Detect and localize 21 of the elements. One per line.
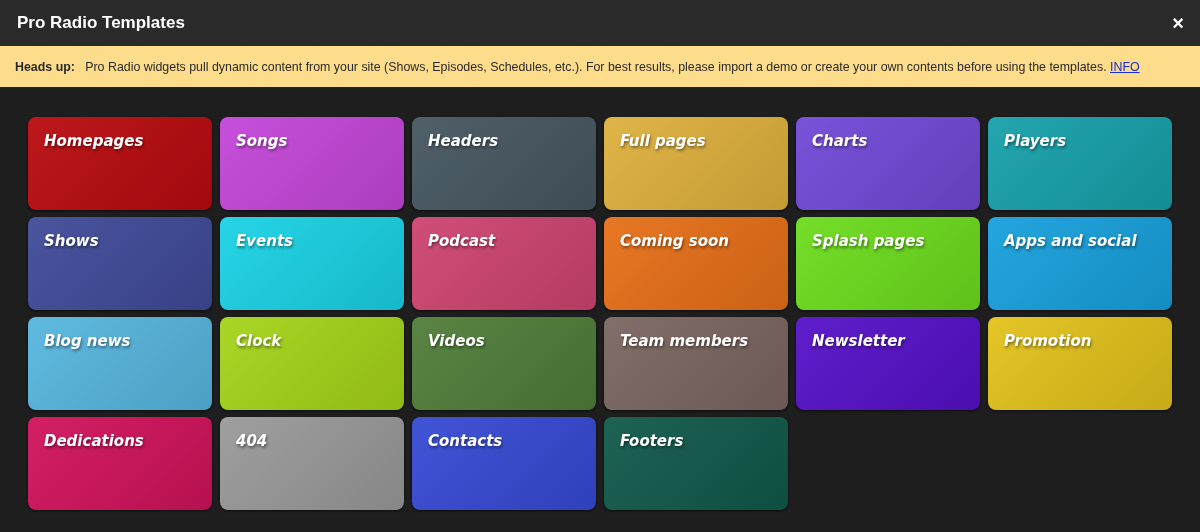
category-tile[interactable]: Songs — [220, 117, 404, 210]
category-tile[interactable]: Headers — [412, 117, 596, 210]
category-tile[interactable]: Newsletter — [796, 317, 980, 410]
info-link[interactable]: INFO — [1110, 59, 1140, 74]
category-tile[interactable]: Homepages — [28, 117, 212, 210]
category-tile[interactable]: Charts — [796, 117, 980, 210]
category-tile[interactable]: Team members — [604, 317, 788, 410]
category-tile[interactable]: Contacts — [412, 417, 596, 510]
window-title: Pro Radio Templates — [17, 13, 185, 33]
category-tile[interactable]: Players — [988, 117, 1172, 210]
category-tile[interactable]: Videos — [412, 317, 596, 410]
category-tile[interactable]: Footers — [604, 417, 788, 510]
category-tile[interactable]: Apps and social — [988, 217, 1172, 310]
category-tile[interactable]: Blog news — [28, 317, 212, 410]
category-tile[interactable]: Podcast — [412, 217, 596, 310]
close-button[interactable]: × — [1170, 13, 1186, 33]
category-tile[interactable]: 404 — [220, 417, 404, 510]
category-tile[interactable]: Shows — [28, 217, 212, 310]
notice-text: Heads up: Pro Radio widgets pull dynamic content from your site (Shows, Episodes, Schedules, etc.). For best results, please import a demo or create your own contents before using the templates. INFO — [15, 59, 1140, 74]
category-tile[interactable]: Coming soon — [604, 217, 788, 310]
category-tile[interactable]: Dedications — [28, 417, 212, 510]
